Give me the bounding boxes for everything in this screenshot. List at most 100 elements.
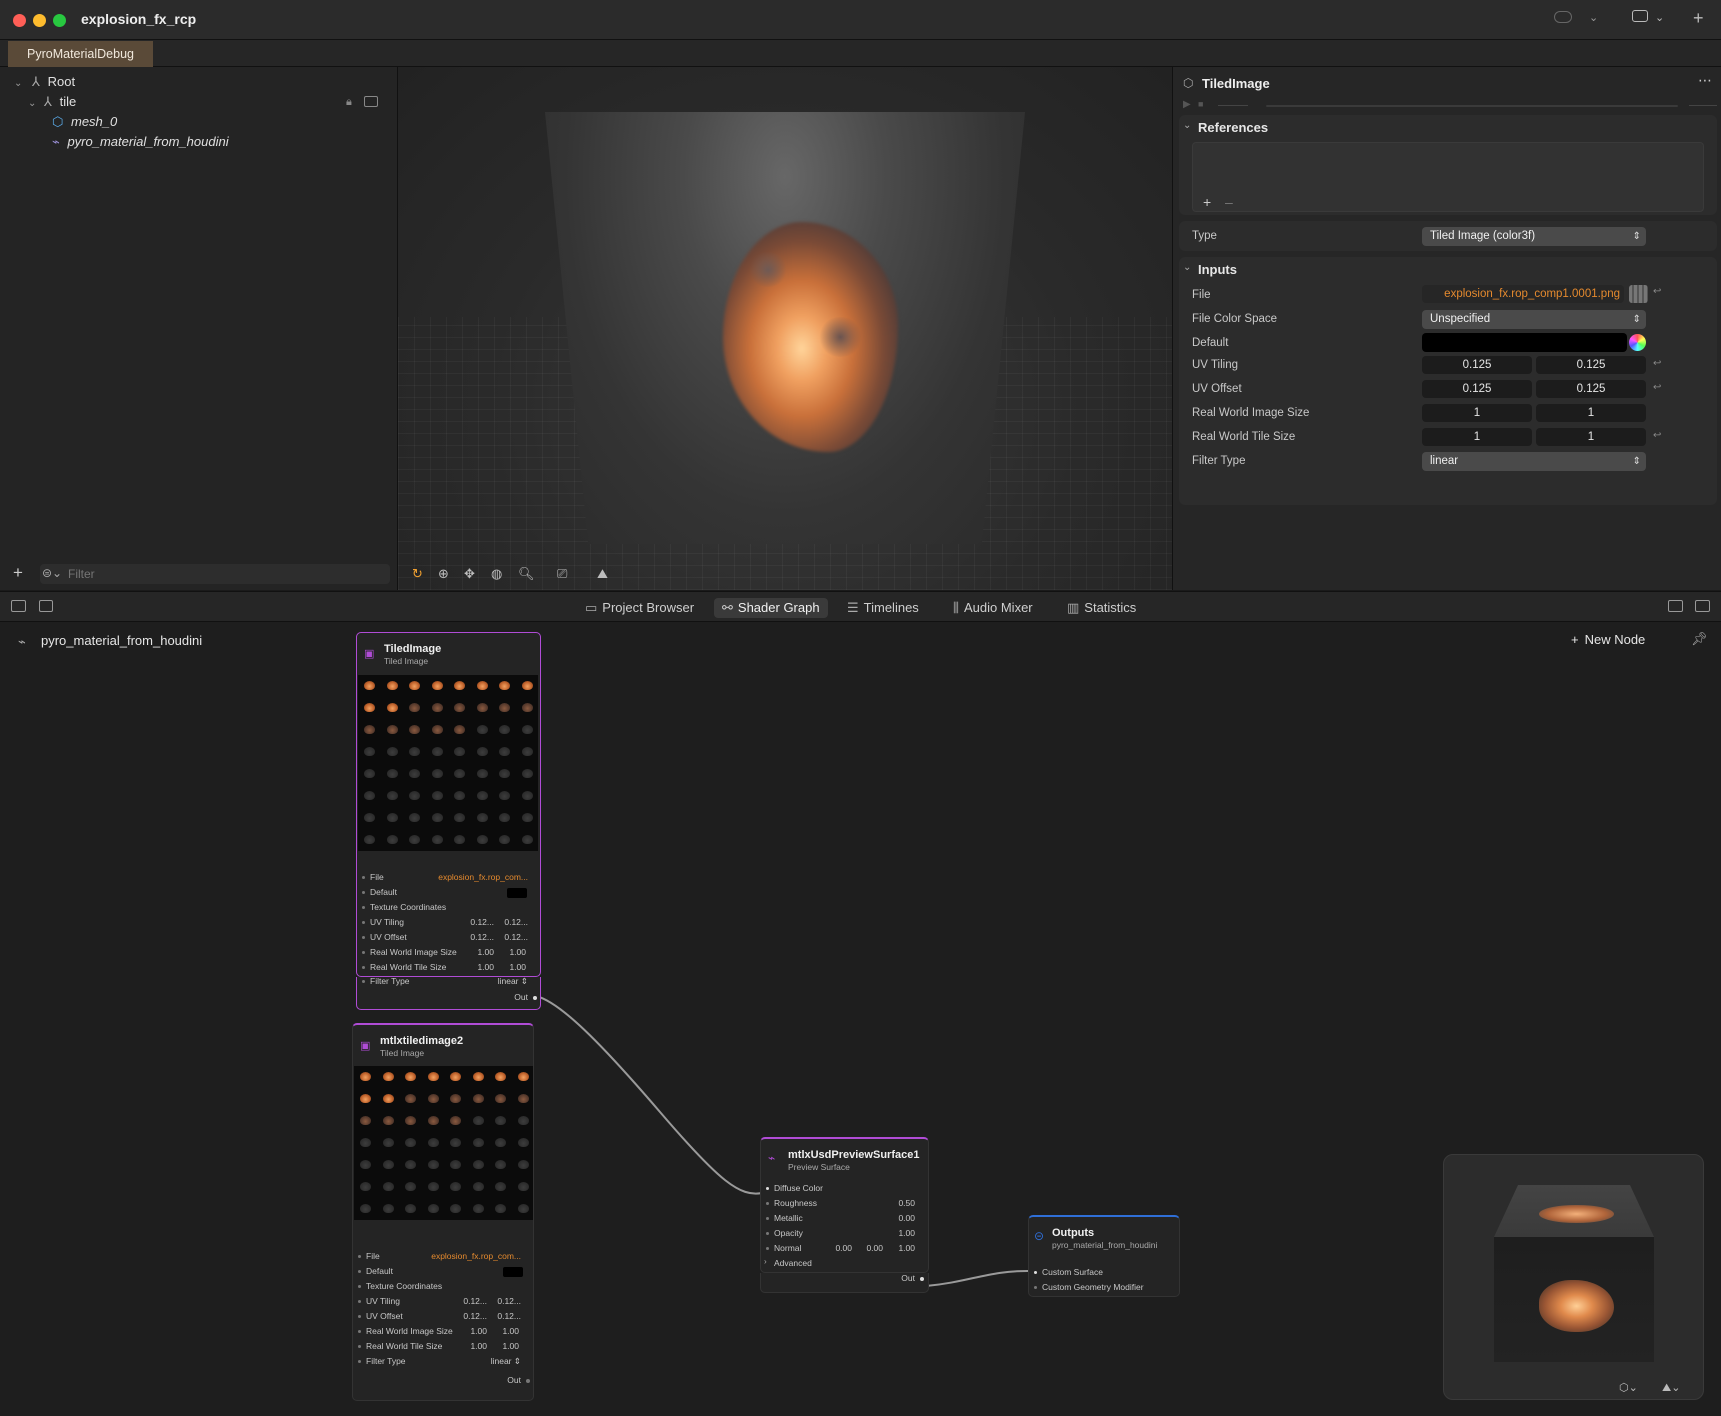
globe-icon[interactable]: ◍ — [491, 567, 502, 581]
value-y[interactable]: 1.00 — [502, 1341, 519, 1351]
input-custom-surface[interactable]: Custom Surface — [1029, 1266, 1179, 1280]
3d-viewport[interactable]: ↻ ⊕ ✥ ◍ 🔍︎ ⎚ ⛰︎ — [398, 67, 1172, 590]
reset-icon[interactable]: ↩ — [1653, 286, 1661, 297]
input-default[interactable]: Default — [357, 886, 540, 900]
preview-shape-icon[interactable]: ⬡⌄ — [1619, 1381, 1638, 1394]
input-rw-tile-size[interactable]: Real World Tile Size 1.00 1.00 — [353, 1340, 533, 1354]
zoom-window-button[interactable] — [53, 14, 66, 27]
normal-z[interactable]: 1.00 — [898, 1243, 915, 1253]
filter-input[interactable] — [68, 565, 368, 582]
uv-offset-x-field[interactable]: 0.125 — [1422, 380, 1532, 398]
output-out[interactable]: Out — [761, 1273, 928, 1286]
value-y[interactable]: 0.12... — [504, 932, 528, 942]
rw-tile-size-x-field[interactable]: 1 — [1422, 428, 1532, 446]
camera-menu-chevron-icon[interactable]: ⌄ — [1655, 11, 1664, 24]
zoom-icon[interactable]: 🔍︎ — [518, 567, 535, 581]
value-y[interactable]: 1.00 — [509, 947, 526, 957]
sidebar-right-icon[interactable] — [1668, 600, 1683, 612]
outliner-filter[interactable]: ⊜⌄ — [40, 564, 390, 584]
windows-icon[interactable] — [11, 600, 26, 612]
default-color-swatch[interactable] — [507, 888, 527, 898]
node-tiledimage-footer[interactable]: Filter Type linear ⇕ Out — [356, 977, 541, 1010]
uv-offset-y-field[interactable]: 0.125 — [1536, 380, 1646, 398]
filter-options-icon[interactable]: ⊜⌄ — [42, 566, 62, 580]
input-file[interactable]: File explosion_fx.rop_com... — [353, 1250, 533, 1264]
input-roughness[interactable]: Roughness 0.50 — [761, 1197, 928, 1211]
collapse-chevron-icon[interactable]: ⌄ — [1183, 262, 1191, 273]
close-window-button[interactable] — [13, 14, 26, 27]
value-x[interactable]: 0.12... — [463, 1311, 487, 1321]
value-y[interactable]: 0.12... — [504, 917, 528, 927]
value-x[interactable]: 1.00 — [470, 1326, 487, 1336]
filter-type-select[interactable]: linear ⇕ — [1422, 452, 1646, 471]
camera-icon[interactable] — [1632, 10, 1648, 22]
metallic-value[interactable]: 0.00 — [898, 1213, 915, 1223]
roughness-value[interactable]: 0.50 — [898, 1198, 915, 1208]
disclosure-chevron-icon[interactable]: ⌄ — [14, 78, 22, 89]
normal-y[interactable]: 0.00 — [866, 1243, 883, 1253]
more-options-icon[interactable]: ⋯ — [1698, 72, 1712, 89]
tab-pyro-material-debug[interactable]: PyroMaterialDebug — [8, 41, 153, 67]
value-x[interactable]: 1.00 — [477, 962, 494, 972]
rw-image-size-x-field[interactable]: 1 — [1422, 404, 1532, 422]
node-preview-surface[interactable]: ⌁ mtlxUsdPreviewSurface1 Preview Surface… — [760, 1137, 929, 1273]
collapse-chevron-icon[interactable]: ⌄ — [1183, 120, 1191, 131]
value-y[interactable]: 1.00 — [502, 1326, 519, 1336]
rw-image-size-y-field[interactable]: 1 — [1536, 404, 1646, 422]
tree-item-tile[interactable]: ⌄ ⅄ tile 🔒︎ — [28, 92, 388, 112]
preview-environment-icon[interactable]: ⛰︎⌄ — [1662, 1381, 1680, 1395]
disclosure-chevron-icon[interactable]: ⌄ — [28, 98, 36, 109]
input-normal[interactable]: Normal 0.00 0.00 1.00 — [761, 1242, 928, 1256]
default-color-swatch[interactable] — [503, 1267, 523, 1277]
minimize-window-button[interactable] — [33, 14, 46, 27]
value-x[interactable]: 0.12... — [463, 1296, 487, 1306]
value-x[interactable]: 0.12... — [470, 932, 494, 942]
bottom-panel-icon[interactable] — [1695, 600, 1710, 612]
input-uv-offset[interactable]: UV Offset 0.12... 0.12... — [353, 1310, 533, 1324]
value-x[interactable]: 1.00 — [477, 947, 494, 957]
opacity-value[interactable]: 1.00 — [898, 1228, 915, 1238]
filter-type-dropdown[interactable]: linear ⇕ — [498, 977, 528, 987]
chevron-down-icon[interactable]: ⌄ — [1589, 11, 1598, 24]
pan-tool-icon[interactable]: ⊕ — [438, 567, 449, 581]
material-preview[interactable]: ⬡⌄ ⛰︎⌄ — [1443, 1154, 1704, 1400]
sidebar-left-icon[interactable] — [39, 600, 53, 612]
rw-tile-size-y-field[interactable]: 1 — [1536, 428, 1646, 446]
input-default[interactable]: Default — [353, 1265, 533, 1279]
input-uv-tiling[interactable]: UV Tiling 0.12... 0.12... — [353, 1295, 533, 1309]
input-uv-offset[interactable]: UV Offset 0.12... 0.12... — [357, 931, 540, 945]
vision-pro-icon[interactable] — [1554, 11, 1572, 23]
input-filter-type[interactable]: Filter Type linear ⇕ — [353, 1355, 533, 1369]
move-tool-icon[interactable]: ✥ — [464, 567, 475, 581]
tree-item-root[interactable]: ⌄ ⅄ Root — [14, 72, 75, 92]
stop-icon[interactable]: ■ — [1198, 99, 1203, 109]
value-x[interactable]: 1.00 — [470, 1341, 487, 1351]
type-select[interactable]: Tiled Image (color3f) ⇕ — [1422, 227, 1646, 246]
reset-icon[interactable]: ↩ — [1653, 430, 1661, 441]
color-picker-icon[interactable] — [1629, 334, 1646, 351]
visibility-off-icon[interactable] — [364, 96, 378, 107]
output-port[interactable] — [920, 1277, 924, 1281]
reset-icon[interactable]: ↩ — [1653, 358, 1661, 369]
input-texcoord[interactable]: Texture Coordinates — [353, 1280, 533, 1294]
input-rw-image-size[interactable]: Real World Image Size 1.00 1.00 — [353, 1325, 533, 1339]
value-y[interactable]: 1.00 — [509, 962, 526, 972]
node-tiledimage[interactable]: ▣ TiledImage Tiled Image File explosion_f… — [356, 632, 541, 977]
frame-camera-icon[interactable]: ⎚ — [557, 567, 567, 581]
node-outputs[interactable]: ⊝ Outputs pyro_material_from_houdini Cus… — [1028, 1215, 1180, 1297]
tab-timelines[interactable]: ☰ Timelines — [839, 598, 927, 618]
input-metallic[interactable]: Metallic 0.00 — [761, 1212, 928, 1226]
uv-tiling-x-field[interactable]: 0.125 — [1422, 356, 1532, 374]
file-path-field[interactable]: explosion_fx.rop_comp1.0001.png — [1422, 285, 1624, 303]
lock-icon[interactable]: 🔒︎ — [346, 92, 352, 112]
environment-icon[interactable]: ⛰︎ — [597, 567, 608, 581]
input-opacity[interactable]: Opacity 1.00 — [761, 1227, 928, 1241]
value-y[interactable]: 0.12... — [497, 1296, 521, 1306]
default-color-well[interactable] — [1422, 333, 1627, 352]
play-icon[interactable]: ▶ — [1183, 99, 1191, 110]
value-y[interactable]: 0.12... — [497, 1311, 521, 1321]
filter-type-dropdown[interactable]: linear ⇕ — [491, 1356, 521, 1367]
tree-item-material[interactable]: ⌁ pyro_material_from_houdini — [52, 132, 229, 152]
input-rw-image-size[interactable]: Real World Image Size 1.00 1.00 — [357, 946, 540, 960]
add-icon[interactable]: + — [1693, 8, 1704, 29]
